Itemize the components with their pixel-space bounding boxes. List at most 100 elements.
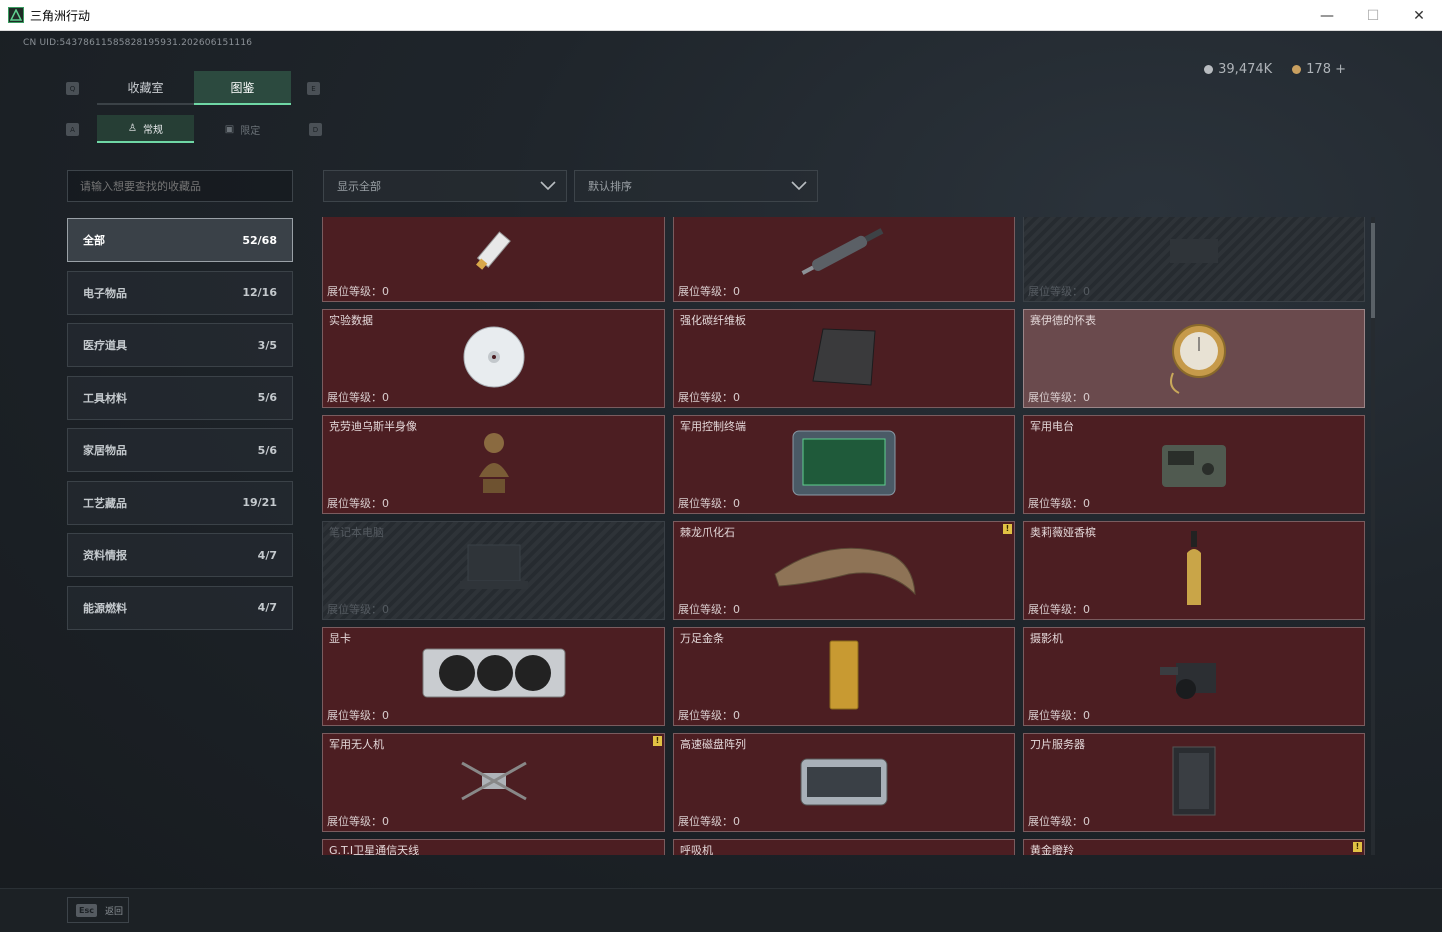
item-name: 军用无人机 <box>329 738 384 751</box>
item-level-label: 展位等级： <box>1028 603 1083 616</box>
item-level: 展位等级：0 <box>678 495 740 511</box>
category-label: 能源燃料 <box>83 601 127 615</box>
item-level-label: 展位等级： <box>327 709 382 722</box>
item-level-value: 0 <box>382 815 389 828</box>
collection-item-card[interactable]: 军用电台 展位等级：0 <box>1023 415 1365 514</box>
collection-item-card[interactable]: 刀片服务器展位等级：0 <box>1023 733 1365 832</box>
item-level: 展位等级：0 <box>1028 389 1090 405</box>
item-level-value: 0 <box>382 391 389 404</box>
collection-item-card[interactable]: 军用控制终端 展位等级：0 <box>673 415 1015 514</box>
category-medical[interactable]: 医疗道具 3/5 <box>67 323 293 367</box>
item-level: 展位等级：0 <box>1028 813 1090 829</box>
bust-icon <box>469 427 519 503</box>
item-level-label: 展位等级： <box>327 815 382 828</box>
currency-bar: 39,474K 178 + <box>1204 62 1346 77</box>
collection-item-card[interactable]: 奥莉薇娅香槟 展位等级：0 <box>1023 521 1365 620</box>
sub-tabs: ♙ 常规 ▣ 限定 <box>97 115 291 143</box>
category-tools[interactable]: 工具材料 5/6 <box>67 375 293 420</box>
subtab-limited[interactable]: ▣ 限定 <box>194 115 291 143</box>
window-titlebar: 三角洲行动 — ☐ ✕ <box>0 0 1442 31</box>
search-input[interactable] <box>67 170 293 202</box>
collection-item-card[interactable]: 万足金条展位等级：0 <box>673 627 1015 726</box>
collection-item-card[interactable]: 高速磁盘阵列 展位等级：0 <box>673 733 1015 832</box>
claw-fossil-icon <box>769 534 919 608</box>
collection-item-card[interactable]: 展位等级：0 <box>673 217 1015 302</box>
filter-dropdown[interactable]: 显示全部 <box>323 170 567 202</box>
item-level-value: 0 <box>382 709 389 722</box>
item-level-value: 0 <box>1083 391 1090 404</box>
collection-grid-viewport: 展位等级：0 展位等级：0 展位等级：0 实验数据 展位等级：0 强化碳纤维板 展位等级：0… <box>322 217 1366 855</box>
item-level-label: 展位等级： <box>327 497 382 510</box>
item-name: 万足金条 <box>680 632 724 645</box>
category-count: 4/7 <box>257 601 277 614</box>
maximize-button[interactable]: ☐ <box>1350 0 1396 31</box>
laptop-icon <box>454 539 534 603</box>
chevron-down-icon <box>540 181 556 191</box>
esc-key-hint: Esc <box>76 903 97 917</box>
close-button[interactable]: ✕ <box>1396 0 1442 31</box>
main-tabs: 收藏室 图鉴 <box>97 71 291 105</box>
drone-icon <box>452 749 536 817</box>
tab-codex[interactable]: 图鉴 <box>194 71 291 105</box>
item-level-value: 0 <box>1083 285 1090 298</box>
item-level: 展位等级：0 <box>327 601 389 617</box>
back-button[interactable]: Esc 返回 <box>67 897 129 923</box>
item-level-label: 展位等级： <box>327 603 382 616</box>
collection-item-card[interactable]: 军用无人机 展位等级：0! <box>322 733 665 832</box>
item-name: 刀片服务器 <box>1030 738 1085 751</box>
champagne-icon <box>1179 529 1209 613</box>
game-viewport: CN UID:543786115858281959​31.20260615111… <box>0 31 1442 932</box>
item-level: 展位等级：0 <box>1028 707 1090 723</box>
collection-item-card[interactable]: 强化碳纤维板 展位等级：0 <box>673 309 1015 408</box>
item-name: 军用电台 <box>1030 420 1074 433</box>
category-intel[interactable]: 资料情报 4/7 <box>67 533 293 577</box>
item-level: 展位等级：0 <box>327 389 389 405</box>
disk-array-icon <box>797 749 891 817</box>
tab-collection-room[interactable]: 收藏室 <box>97 71 194 105</box>
item-level-label: 展位等级： <box>678 497 733 510</box>
item-level-value: 0 <box>733 815 740 828</box>
filter-label: 显示全部 <box>337 180 381 193</box>
category-energy[interactable]: 能源燃料 4/7 <box>67 585 293 630</box>
item-name: 摄影机 <box>1030 632 1063 645</box>
item-level: 展位等级：0 <box>678 813 740 829</box>
item-level: 展位等级：0 <box>327 707 389 723</box>
chevron-down-icon <box>791 181 807 191</box>
item-level: 展位等级：0 <box>678 707 740 723</box>
category-count: 52/68 <box>242 233 277 247</box>
collection-item-card[interactable]: 展位等级：0 <box>1023 217 1365 302</box>
category-electronics[interactable]: 电子物品 12/16 <box>67 270 293 315</box>
item-level-value: 0 <box>733 709 740 722</box>
coin-value: 178 + <box>1306 62 1346 77</box>
scrollbar-thumb[interactable] <box>1371 223 1375 318</box>
collection-item-card[interactable]: 呼吸机 <box>673 839 1015 855</box>
item-level: 展位等级：0 <box>1028 283 1090 299</box>
minimize-button[interactable]: — <box>1304 0 1350 31</box>
item-level-label: 展位等级： <box>678 709 733 722</box>
item-level-value: 0 <box>733 285 740 298</box>
item-name: 呼吸机 <box>680 844 713 855</box>
collection-item-card[interactable]: 实验数据 展位等级：0 <box>322 309 665 408</box>
coin-display[interactable]: 178 + <box>1292 62 1346 77</box>
category-household[interactable]: 家居物品 5/6 <box>67 428 293 472</box>
collection-item-card[interactable]: 展位等级：0 <box>322 217 665 302</box>
collection-item-card[interactable]: 摄影机展位等级：0 <box>1023 627 1365 726</box>
collection-item-card[interactable]: 棘龙爪化石 展位等级：0! <box>673 521 1015 620</box>
disc-icon <box>462 325 526 393</box>
subtab-regular[interactable]: ♙ 常规 <box>97 115 194 143</box>
key-hint-e: E <box>307 82 320 95</box>
grid-scrollbar[interactable] <box>1371 217 1375 855</box>
locked-item-icon <box>1164 231 1224 275</box>
collection-item-card[interactable]: 黄金瞪羚! <box>1023 839 1365 855</box>
collection-item-card[interactable]: 克劳迪乌斯半身像 展位等级：0 <box>322 415 665 514</box>
collection-item-card[interactable]: G.T.I卫星通信天线 <box>322 839 665 855</box>
sort-dropdown[interactable]: 默认排序 <box>574 170 818 202</box>
category-crafts[interactable]: 工艺藏品 19/21 <box>67 480 293 525</box>
alert-badge-icon: ! <box>1353 842 1362 852</box>
gold-bar-icon <box>827 639 861 715</box>
collection-item-card[interactable]: 笔记本电脑 展位等级：0 <box>322 521 665 620</box>
limited-icon: ▣ <box>224 123 235 135</box>
collection-item-card[interactable]: 赛伊德的怀表 展位等级：0 <box>1023 309 1365 408</box>
category-all[interactable]: 全部 52/68 <box>67 218 293 262</box>
collection-item-card[interactable]: 显卡 展位等级：0 <box>322 627 665 726</box>
